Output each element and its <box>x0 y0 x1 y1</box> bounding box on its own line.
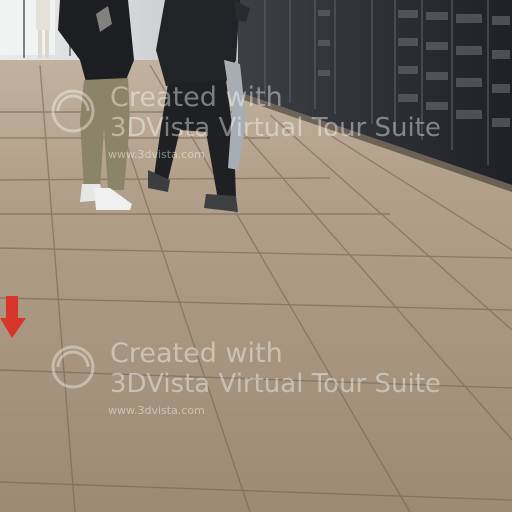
panorama-scene[interactable] <box>0 0 512 512</box>
navigation-hotspot[interactable] <box>0 296 26 340</box>
arrow-down-icon[interactable] <box>0 296 26 340</box>
virtual-tour-viewer[interactable]: Created with 3DVista Virtual Tour Suite … <box>0 0 512 512</box>
